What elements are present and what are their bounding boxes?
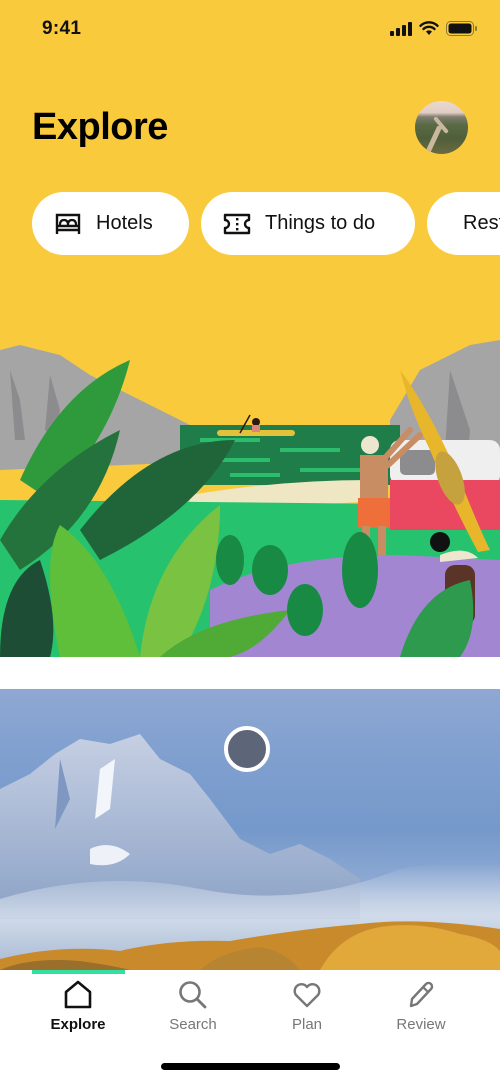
home-indicator (161, 1063, 340, 1070)
wifi-icon (419, 21, 439, 35)
tab-search[interactable]: Search (138, 980, 248, 1040)
tropical-lake-kayak-illustration (0, 330, 500, 657)
battery-icon (446, 21, 477, 36)
tab-label: Review (396, 1016, 446, 1033)
chip-label: Things to do (265, 212, 376, 234)
status-icons (390, 21, 478, 36)
cellular-signal-icon (390, 21, 412, 36)
tab-label: Explore (50, 1016, 106, 1033)
search-icon (179, 981, 207, 1009)
home-icon (64, 980, 92, 1009)
chip-hotels[interactable]: Hotels (32, 192, 189, 255)
bed-icon (55, 213, 81, 234)
tab-explore[interactable]: Explore (23, 980, 133, 1040)
status-time: 9:41 (42, 18, 82, 39)
chip-restaurants[interactable]: Restaurants (427, 192, 500, 255)
active-tab-indicator (32, 970, 125, 974)
profile-avatar[interactable] (415, 101, 468, 154)
category-chips: Hotels Things to do Restaurants (32, 192, 500, 255)
avatar-image-detail (424, 125, 443, 154)
heart-icon (293, 983, 321, 1008)
tab-review[interactable]: Review (366, 980, 476, 1040)
hero-illustration[interactable] (0, 330, 500, 657)
recording-dot (224, 726, 270, 772)
tab-label: Search (169, 1016, 217, 1033)
chip-label: Hotels (96, 212, 153, 234)
chip-things-to-do[interactable]: Things to do (201, 192, 415, 255)
page-title: Explore (32, 106, 168, 148)
tab-label: Plan (291, 1016, 323, 1033)
ticket-icon (223, 213, 251, 234)
status-bar: 9:41 (0, 0, 500, 60)
pencil-icon (409, 981, 434, 1008)
chip-label: Restaurants (463, 212, 500, 234)
tab-plan[interactable]: Plan (252, 980, 362, 1040)
